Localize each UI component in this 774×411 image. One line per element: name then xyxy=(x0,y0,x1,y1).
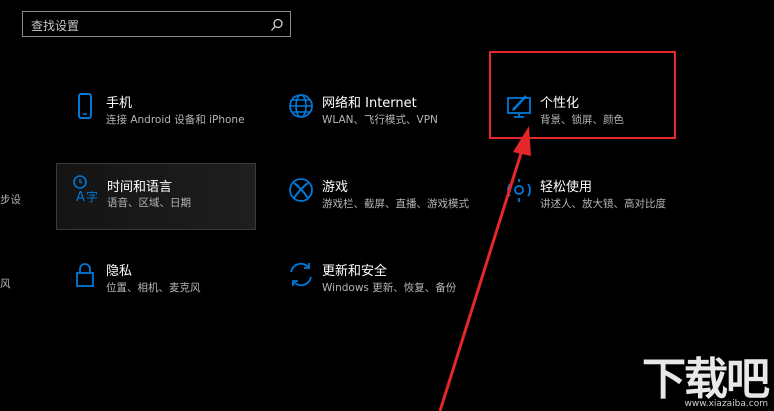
search-placeholder: 查找设置 xyxy=(31,19,80,33)
refresh-icon xyxy=(290,262,312,287)
edge-fragment: 步设 xyxy=(0,194,21,206)
svg-text:字: 字 xyxy=(86,189,98,204)
tile-description: 游戏栏、截屏、直播、游戏模式 xyxy=(322,198,469,210)
tile-title: 网络和 Internet xyxy=(322,96,417,111)
watermark-logo: 下载吧 xyxy=(642,354,770,405)
tile-gaming[interactable]: 游戏 游戏栏、截屏、直播、游戏模式 xyxy=(272,172,477,222)
tile-time-language[interactable]: A 字 时间和语言 语音、区域、日期 xyxy=(56,163,256,230)
tile-title: 手机 xyxy=(106,96,133,111)
time-language-icon: A 字 xyxy=(73,175,98,204)
search-input[interactable]: 查找设置 xyxy=(22,11,291,37)
tile-description: Windows 更新、恢复、备份 xyxy=(322,282,457,294)
tile-ease-of-access[interactable]: 轻松使用 讲述人、放大镜、高对比度 xyxy=(490,172,675,222)
tile-description: 连接 Android 设备和 iPhone xyxy=(106,114,245,126)
tile-title: 轻松使用 xyxy=(540,180,593,195)
ease-of-access-icon xyxy=(507,179,531,202)
lock-icon xyxy=(76,263,94,287)
tile-phone[interactable]: 手机 连接 Android 设备和 iPhone xyxy=(56,88,256,138)
tile-title: 隐私 xyxy=(106,264,133,279)
edge-fragment: 风 xyxy=(0,278,11,290)
tile-network[interactable]: 网络和 Internet WLAN、飞行模式、VPN xyxy=(272,88,477,138)
tile-title: 时间和语言 xyxy=(107,180,173,195)
tile-privacy[interactable]: 隐私 位置、相机、麦克风 xyxy=(56,256,256,306)
tile-description: 位置、相机、麦克风 xyxy=(106,282,201,294)
svg-text:A: A xyxy=(76,190,85,204)
phone-icon xyxy=(78,93,92,119)
annotation-highlight-box xyxy=(489,51,676,139)
tile-title: 游戏 xyxy=(322,180,349,195)
tile-update-security[interactable]: 更新和安全 Windows 更新、恢复、备份 xyxy=(272,256,477,306)
tile-title: 更新和安全 xyxy=(322,264,388,279)
watermark: 下载吧 www.xiazaiba.com xyxy=(642,354,770,410)
tile-description: 讲述人、放大镜、高对比度 xyxy=(540,198,666,210)
globe-icon xyxy=(289,94,313,118)
search-icon[interactable] xyxy=(270,18,284,32)
tile-description: WLAN、飞行模式、VPN xyxy=(322,114,438,126)
xbox-icon xyxy=(289,178,313,202)
tile-description: 语音、区域、日期 xyxy=(107,197,191,209)
